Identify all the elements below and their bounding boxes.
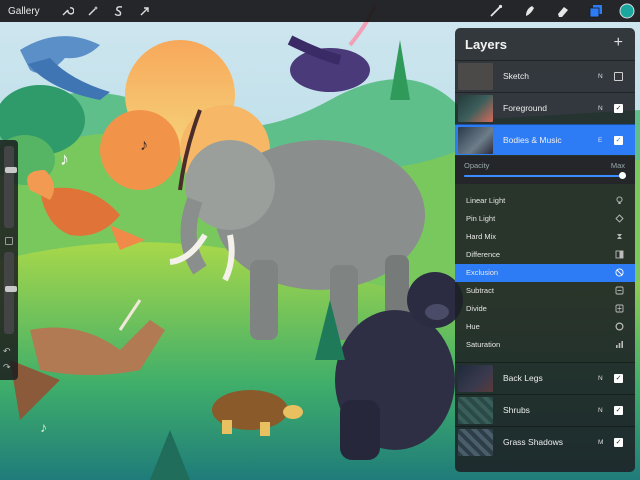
modify-square-icon[interactable]	[5, 237, 13, 245]
left-sidebar: ↶ ↷	[0, 140, 18, 380]
blend-mode-label: Linear Light	[466, 196, 506, 205]
opacity-slider[interactable]	[464, 172, 626, 179]
blend-mode-hard-mix[interactable]: Hard Mix	[455, 228, 635, 246]
layer-visibility-checkbox[interactable]: ✓	[614, 135, 623, 145]
layer-visibility-checkbox[interactable]: ✓	[614, 373, 623, 383]
brush-size-slider-knob[interactable]	[5, 167, 17, 174]
layer-visibility-checkbox[interactable]: ✓	[614, 103, 623, 113]
layer-blend-mode[interactable]: M	[598, 439, 603, 446]
blend-mode-saturation[interactable]: Saturation	[455, 336, 635, 354]
redo-icon[interactable]: ↷	[3, 362, 11, 373]
blend-mode-label: Divide	[466, 304, 487, 313]
layer-name: Bodies & Music	[503, 135, 562, 145]
layer-row-back-legs[interactable]: Back Legs N ✓	[455, 362, 635, 393]
blend-mode-divide[interactable]: Divide	[455, 300, 635, 318]
blend-mode-label: Saturation	[466, 340, 501, 349]
layer-visibility-checkbox[interactable]: ✓	[614, 437, 623, 447]
layer-row-grass-shadows[interactable]: Grass Shadows M ✓	[455, 426, 635, 457]
magic-wand-icon[interactable]	[86, 4, 100, 18]
top-toolbar: Gallery	[0, 0, 640, 22]
smudge-icon[interactable]	[522, 3, 538, 19]
layer-thumbnail	[458, 429, 493, 456]
subtract-icon	[615, 286, 624, 295]
brush-icon[interactable]	[488, 3, 504, 19]
opacity-label: Opacity	[464, 161, 490, 170]
add-layer-button[interactable]: +	[614, 34, 623, 52]
layer-blend-mode[interactable]: N	[598, 105, 603, 112]
blend-mode-pin-light[interactable]: Pin Light	[455, 210, 635, 228]
opacity-slider-knob[interactable]	[619, 172, 626, 179]
layer-name: Sketch	[503, 71, 529, 81]
brush-size-slider[interactable]	[4, 146, 17, 228]
svg-text:♪: ♪	[140, 137, 148, 154]
blend-mode-label: Subtract	[466, 286, 494, 295]
layer-opacity-control: Opacity Max	[455, 156, 635, 184]
layers-panel-title: Layers	[465, 37, 507, 52]
layer-thumbnail	[458, 365, 493, 392]
layer-name: Foreground	[503, 103, 547, 113]
blend-mode-label: Hue	[466, 322, 480, 331]
blend-mode-label: Exclusion	[466, 268, 499, 277]
layer-row-shrubs[interactable]: Shrubs N ✓	[455, 394, 635, 425]
selection-s-icon[interactable]	[112, 4, 126, 18]
blend-mode-exclusion[interactable]: Exclusion	[455, 264, 635, 282]
layer-thumbnail	[458, 63, 493, 90]
svg-text:♪: ♪	[60, 149, 69, 169]
layer-name: Grass Shadows	[503, 437, 563, 447]
blend-mode-label: Hard Mix	[466, 232, 497, 241]
blend-mode-subtract[interactable]: Subtract	[455, 282, 635, 300]
gallery-button[interactable]: Gallery	[8, 6, 40, 17]
layers-panel: Layers + Sketch N Foreground N ✓ Bodies …	[455, 28, 635, 472]
layer-row-foreground[interactable]: Foreground N ✓	[455, 92, 635, 123]
svg-text:♪: ♪	[40, 419, 47, 435]
layer-blend-mode[interactable]: N	[598, 375, 603, 382]
layer-blend-mode[interactable]: N	[598, 407, 603, 414]
divide-icon	[615, 304, 624, 313]
layer-visibility-checkbox[interactable]: ✓	[614, 405, 623, 415]
layer-thumbnail	[458, 127, 493, 154]
hue-icon	[615, 322, 624, 331]
hardmix-icon	[615, 232, 624, 241]
difference-icon	[615, 250, 624, 259]
layer-blend-mode[interactable]: E	[598, 137, 602, 144]
blend-mode-difference[interactable]: Difference	[455, 246, 635, 264]
layer-row-sketch[interactable]: Sketch N	[455, 60, 635, 91]
layer-row-bodies-music[interactable]: Bodies & Music E ✓	[455, 124, 635, 155]
color-swatch-icon[interactable]	[619, 3, 635, 19]
blend-mode-hue[interactable]: Hue	[455, 318, 635, 336]
opacity-max-label: Max	[610, 161, 625, 170]
diamond-icon	[615, 214, 624, 223]
brush-opacity-slider-knob[interactable]	[5, 286, 17, 293]
layer-name: Shrubs	[503, 405, 530, 415]
blend-mode-label: Difference	[466, 250, 501, 259]
move-arrow-icon[interactable]	[138, 4, 152, 18]
layer-name: Back Legs	[503, 373, 543, 383]
undo-icon[interactable]: ↶	[3, 346, 11, 357]
blend-mode-linear-light[interactable]: Linear Light	[455, 192, 635, 210]
bulb-icon	[615, 196, 624, 205]
layer-thumbnail	[458, 397, 493, 424]
layer-blend-mode[interactable]: N	[598, 73, 603, 80]
exclusion-icon	[615, 268, 624, 277]
blend-mode-label: Pin Light	[466, 214, 496, 223]
eraser-icon[interactable]	[555, 3, 571, 19]
brush-opacity-slider[interactable]	[4, 252, 17, 334]
opacity-slider-fill	[464, 175, 626, 177]
layer-visibility-checkbox[interactable]	[614, 71, 623, 81]
saturation-icon	[615, 340, 624, 349]
layers-icon[interactable]	[588, 3, 604, 19]
layer-thumbnail	[458, 95, 493, 122]
wrench-icon[interactable]	[60, 4, 74, 18]
